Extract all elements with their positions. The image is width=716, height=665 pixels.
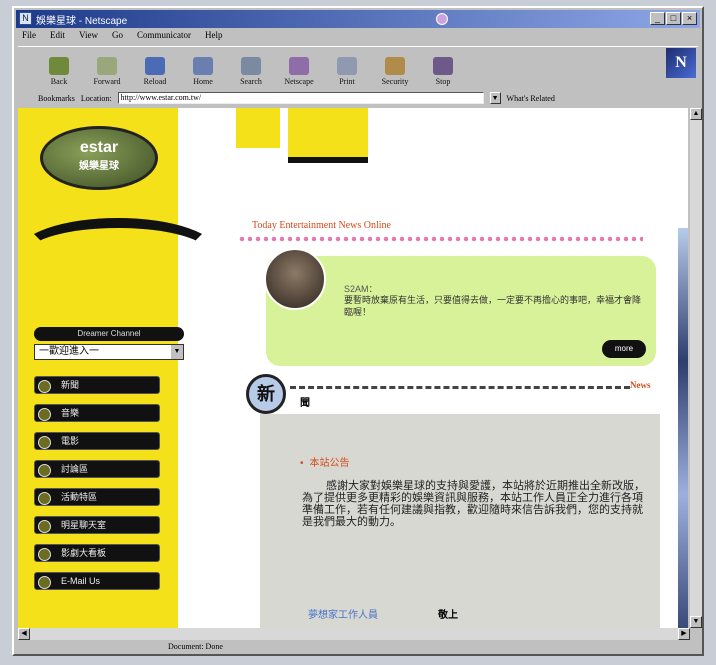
netscape-icon bbox=[289, 57, 309, 75]
channel-select[interactable]: 一歡迎進入一 ▼ bbox=[34, 344, 184, 360]
nav-item-email[interactable]: E-Mail Us bbox=[34, 572, 160, 590]
menu-bar: File Edit View Go Communicator Help bbox=[18, 30, 222, 44]
home-icon bbox=[193, 57, 213, 75]
search-button[interactable]: Search bbox=[230, 48, 272, 88]
stop-button[interactable]: Stop bbox=[422, 48, 464, 88]
right-banner[interactable] bbox=[678, 228, 688, 628]
scroll-left-icon[interactable]: ◀ bbox=[18, 628, 30, 640]
nav-item-movies[interactable]: 電影 bbox=[34, 432, 160, 450]
notice-signature-closing: 敬上 bbox=[438, 610, 458, 621]
menu-file[interactable]: File bbox=[22, 30, 36, 44]
nav-item-forum[interactable]: 討論區 bbox=[34, 460, 160, 478]
dotted-divider bbox=[238, 236, 643, 242]
security-button[interactable]: Security bbox=[374, 48, 416, 88]
back-button[interactable]: Back bbox=[38, 48, 80, 88]
nav-item-events[interactable]: 活動特區 bbox=[34, 488, 160, 506]
channel-label: Dreamer Channel bbox=[34, 327, 184, 341]
more-button[interactable]: more bbox=[602, 340, 646, 358]
bookmarks-button[interactable]: Bookmarks bbox=[38, 94, 75, 103]
browser-window: N 娛樂星球 - Netscape _ □ × File Edit View G… bbox=[12, 6, 704, 656]
title-bar[interactable]: N 娛樂星球 - Netscape _ □ × bbox=[16, 10, 700, 28]
netscape-button[interactable]: Netscape bbox=[278, 48, 320, 88]
header-decoration bbox=[288, 108, 368, 163]
menu-help[interactable]: Help bbox=[205, 30, 223, 44]
search-icon bbox=[241, 57, 261, 75]
minimize-button[interactable]: _ bbox=[650, 12, 665, 25]
forward-button[interactable]: Forward bbox=[86, 48, 128, 88]
menu-view[interactable]: View bbox=[79, 30, 98, 44]
status-text: Document: Done bbox=[168, 642, 223, 651]
logo-sub: 娛樂星球 bbox=[79, 161, 119, 172]
bubble-text: 要暫時放棄原有生活，只要值得去做，一定要不再擔心的事吧，幸福才會降臨喔！ bbox=[344, 295, 642, 317]
header-decoration bbox=[236, 108, 280, 148]
home-button[interactable]: Home bbox=[182, 48, 224, 88]
printer-icon bbox=[337, 57, 357, 75]
reload-button[interactable]: Reload bbox=[134, 48, 176, 88]
nav-item-news[interactable]: 新聞 bbox=[34, 376, 160, 394]
app-icon: N bbox=[19, 12, 32, 25]
location-bar: Bookmarks Location: http://www.estar.com… bbox=[18, 90, 698, 106]
news-label[interactable]: News bbox=[630, 380, 651, 390]
scroll-down-icon[interactable]: ▼ bbox=[690, 616, 702, 628]
title-decoration-icon bbox=[436, 13, 448, 25]
navigation-toolbar: Back Forward Reload Home Search Netscape… bbox=[18, 46, 698, 88]
netscape-logo: N bbox=[666, 48, 696, 78]
vertical-scrollbar[interactable]: ▲ ▼ bbox=[690, 108, 702, 628]
status-bar: Document: Done bbox=[18, 642, 698, 655]
chevron-down-icon[interactable]: ▼ bbox=[171, 345, 183, 359]
nav-item-board[interactable]: 影劇大看板 bbox=[34, 544, 160, 562]
page-content: estar 娛樂星球 Dreamer Channel 一歡迎進入一 ▼ 新聞 音樂… bbox=[18, 108, 688, 628]
notice-body: 感謝大家對娛樂星球的支持與愛護，本站將於近期推出全新改版，為了提供更多更精彩的娛… bbox=[302, 480, 645, 528]
lock-icon bbox=[385, 57, 405, 75]
forward-arrow-icon bbox=[97, 57, 117, 75]
window-title: 娛樂星球 - Netscape bbox=[36, 15, 128, 27]
back-arrow-icon bbox=[49, 57, 69, 75]
logo-main: estar bbox=[79, 139, 119, 156]
menu-go[interactable]: Go bbox=[112, 30, 123, 44]
news-badge-second: 聞 bbox=[300, 398, 310, 409]
news-divider bbox=[290, 386, 630, 389]
scroll-up-icon[interactable]: ▲ bbox=[690, 108, 702, 120]
page-heading: Today Entertainment News Online bbox=[252, 220, 391, 231]
nav-item-music[interactable]: 音樂 bbox=[34, 404, 160, 422]
whats-related-button[interactable]: What's Related bbox=[507, 94, 555, 103]
avatar bbox=[264, 248, 326, 310]
site-logo[interactable]: estar 娛樂星球 bbox=[40, 126, 158, 190]
location-label: Location: bbox=[80, 93, 112, 103]
swoosh-decoration bbox=[18, 218, 218, 288]
url-dropdown-button[interactable]: ▼ bbox=[489, 92, 501, 104]
stop-icon bbox=[433, 57, 453, 75]
news-badge: 新 bbox=[246, 374, 286, 414]
nav-item-chatroom[interactable]: 明星聊天室 bbox=[34, 516, 160, 534]
menu-edit[interactable]: Edit bbox=[50, 30, 65, 44]
menu-communicator[interactable]: Communicator bbox=[137, 30, 191, 44]
close-button[interactable]: × bbox=[682, 12, 697, 25]
print-button[interactable]: Print bbox=[326, 48, 368, 88]
url-field[interactable]: http://www.estar.com.tw/ bbox=[117, 92, 484, 104]
notice-signature: 夢想家工作人員 bbox=[308, 610, 378, 621]
notice-title[interactable]: 本站公告 bbox=[300, 454, 350, 469]
horizontal-scrollbar[interactable]: ◀ ▶ bbox=[18, 628, 690, 640]
scroll-right-icon[interactable]: ▶ bbox=[678, 628, 690, 640]
reload-icon bbox=[145, 57, 165, 75]
maximize-button[interactable]: □ bbox=[666, 12, 681, 25]
